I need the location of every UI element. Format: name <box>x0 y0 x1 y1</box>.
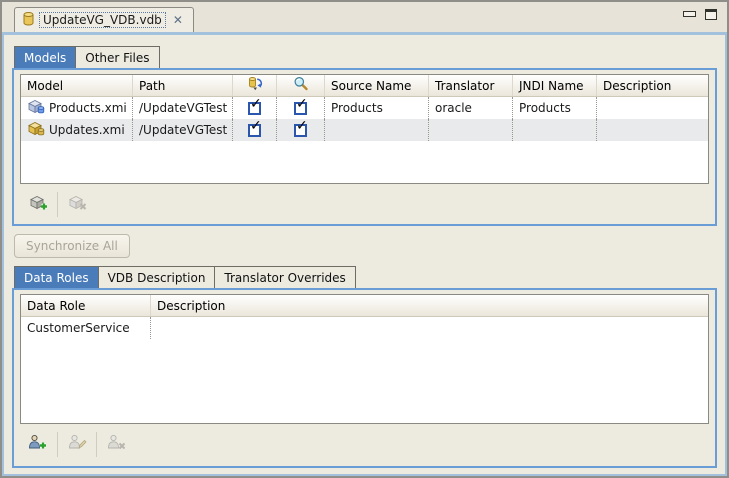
toolbar-separator <box>57 432 58 457</box>
editor-client-area: Models Other Files Model Path <box>2 35 727 476</box>
col-header-synchronized[interactable] <box>233 75 277 96</box>
add-role-button[interactable] <box>22 431 54 458</box>
models-tab-folder: Models Other Files <box>14 46 717 68</box>
data-roles-table-empty-area[interactable] <box>21 339 708 423</box>
view-model-icon <box>27 121 45 140</box>
toolbar-separator <box>96 432 97 457</box>
description-cell[interactable] <box>597 119 708 141</box>
table-row-updates[interactable]: Updates.xmi /UpdateVGTest ✓ ✓ <box>21 119 708 141</box>
jndi-name-cell[interactable] <box>513 119 597 141</box>
tab-other-files[interactable]: Other Files <box>76 46 159 68</box>
tab-translator-overrides[interactable]: Translator Overrides <box>215 266 355 288</box>
data-roles-toolbar <box>20 424 709 460</box>
source-name-cell[interactable]: Products <box>325 97 429 119</box>
remove-role-button[interactable] <box>100 431 132 458</box>
col-header-model[interactable]: Model <box>21 75 133 96</box>
data-roles-table[interactable]: Data Role Description CustomerService <box>20 294 709 424</box>
description-cell[interactable] <box>597 97 708 119</box>
source-name-cell[interactable] <box>325 119 429 141</box>
data-role-description <box>151 317 708 339</box>
edit-role-icon <box>67 434 87 454</box>
maximize-icon[interactable] <box>705 9 717 20</box>
tab-data-roles[interactable]: Data Roles <box>14 266 99 288</box>
minimize-icon[interactable] <box>683 11 696 17</box>
synchronize-all-button[interactable]: Synchronize All <box>14 234 130 258</box>
remove-role-icon <box>106 434 126 454</box>
model-name: Updates.xmi <box>49 123 125 137</box>
remove-model-button[interactable] <box>61 191 93 218</box>
visibility-checkbox[interactable]: ✓ <box>294 124 307 137</box>
col-header-translator[interactable]: Translator <box>429 75 513 96</box>
tab-models[interactable]: Models <box>14 46 76 68</box>
details-tab-folder: Data Roles VDB Description Translator Ov… <box>14 266 717 288</box>
tab-vdb-description[interactable]: VDB Description <box>99 266 216 288</box>
source-model-icon <box>27 99 45 118</box>
toolbar-separator <box>57 192 58 217</box>
vdb-database-icon <box>23 12 34 29</box>
col-header-source-name[interactable]: Source Name <box>325 75 429 96</box>
visibility-checkbox[interactable]: ✓ <box>294 102 307 115</box>
close-icon[interactable]: ✕ <box>171 13 185 27</box>
edit-role-button[interactable] <box>61 431 93 458</box>
data-roles-panel: Data Role Description CustomerService <box>12 288 717 468</box>
table-row-customer-service[interactable]: CustomerService <box>21 317 708 339</box>
translator-cell[interactable]: oracle <box>429 97 513 119</box>
jndi-name-cell[interactable]: Products <box>513 97 597 119</box>
view-controls <box>683 9 717 26</box>
model-path: /UpdateVGTest <box>133 97 233 119</box>
col-header-description[interactable]: Description <box>597 75 708 96</box>
col-header-path[interactable]: Path <box>133 75 233 96</box>
table-row-products[interactable]: Products.xmi /UpdateVGTest ✓ ✓ Products … <box>21 97 708 119</box>
vdb-editor-window: UpdateVG_VDB.vdb ✕ Models Other Files Mo… <box>0 0 729 478</box>
col-header-data-role[interactable]: Data Role <box>21 295 151 316</box>
editor-tab-bar: UpdateVG_VDB.vdb ✕ <box>2 2 727 35</box>
models-toolbar <box>20 184 709 220</box>
editor-tab-title: UpdateVG_VDB.vdb <box>39 12 166 28</box>
model-name: Products.xmi <box>49 101 127 115</box>
models-table[interactable]: Model Path <box>20 74 709 184</box>
col-header-visibility[interactable] <box>277 75 325 96</box>
add-model-button[interactable] <box>22 191 54 218</box>
sync-icon <box>247 76 263 95</box>
section-sash[interactable] <box>12 258 717 266</box>
data-role-name: CustomerService <box>21 317 151 339</box>
synchronize-row: Synchronize All <box>14 234 717 258</box>
models-panel: Model Path <box>12 68 717 226</box>
synchronized-checkbox[interactable]: ✓ <box>248 102 261 115</box>
col-header-jndi-name[interactable]: JNDI Name <box>513 75 597 96</box>
data-roles-table-header: Data Role Description <box>21 295 708 317</box>
search-icon <box>293 76 309 95</box>
models-table-empty-area[interactable] <box>21 141 708 183</box>
add-role-icon <box>28 434 48 454</box>
remove-model-icon <box>67 194 87 215</box>
models-table-header: Model Path <box>21 75 708 97</box>
synchronized-checkbox[interactable]: ✓ <box>248 124 261 137</box>
translator-cell[interactable] <box>429 119 513 141</box>
editor-tab[interactable]: UpdateVG_VDB.vdb ✕ <box>14 7 194 32</box>
add-model-icon <box>28 194 48 215</box>
col-header-role-description[interactable]: Description <box>151 295 708 316</box>
model-path: /UpdateVGTest <box>133 119 233 141</box>
